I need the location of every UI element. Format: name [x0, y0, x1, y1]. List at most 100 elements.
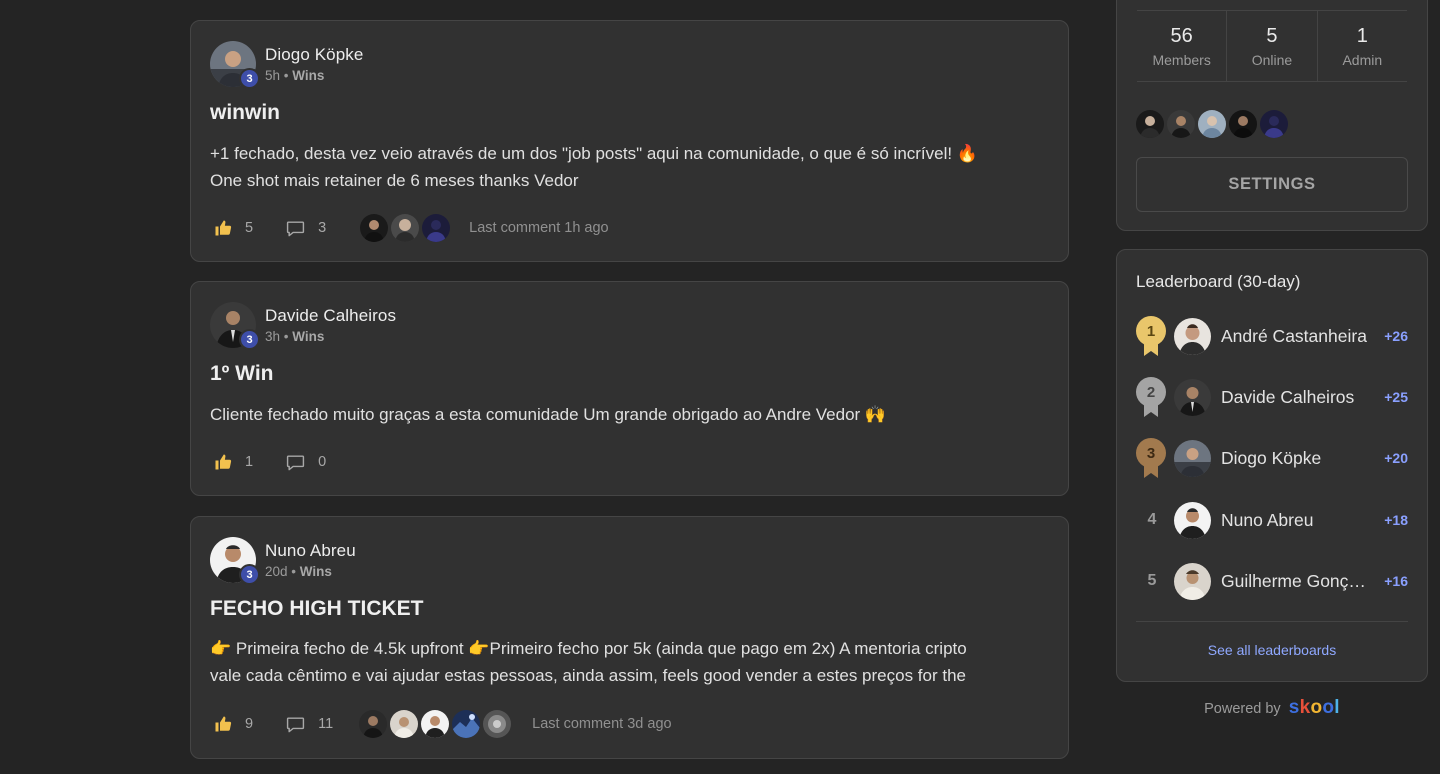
avatar[interactable]	[452, 710, 481, 738]
leaderboard-name: Davide Calheiros	[1221, 386, 1355, 407]
leaderboard-points: +20	[1384, 450, 1408, 466]
members-label: Members	[1152, 51, 1211, 68]
thumbs-up-icon	[213, 219, 232, 238]
like-button[interactable]: 5	[213, 219, 253, 238]
post-card[interactable]: 3 Diogo Köpke 5h • Wins winwin +1 fechad…	[190, 20, 1069, 262]
author-name[interactable]: Davide Calheiros	[265, 306, 396, 326]
like-button[interactable]: 1	[213, 453, 253, 472]
like-count: 1	[245, 454, 254, 470]
avatar[interactable]	[360, 214, 389, 242]
like-button[interactable]: 9	[213, 715, 253, 734]
online-count: 5	[1266, 24, 1278, 47]
leaderboard-points: +25	[1384, 389, 1408, 405]
post-body-line: One shot mais retainer de 6 meses thanks…	[210, 171, 579, 190]
post-body-line: Cliente fechado muito graças a esta comu…	[210, 405, 887, 424]
leaderboard-card: Leaderboard (30-day) 1 André Castanheira…	[1116, 249, 1428, 682]
level-badge: 3	[239, 68, 260, 89]
admin-label: Admin	[1342, 51, 1383, 68]
post-header: 3 Nuno Abreu 20d • Wins	[210, 537, 356, 585]
post-card[interactable]: 3 Nuno Abreu 20d • Wins FECHO HIGH TICKE…	[190, 516, 1069, 759]
level-badge: 3	[239, 329, 260, 350]
see-all-leaderboards-link[interactable]: See all leaderboards	[1117, 642, 1427, 658]
avatar[interactable]	[390, 710, 419, 738]
avatar[interactable]	[359, 710, 388, 738]
post-body-line: vale cada cêntimo e vai ajudar estas pes…	[210, 666, 966, 685]
comment-button[interactable]: 3	[286, 219, 326, 238]
avatar[interactable]	[1174, 501, 1211, 539]
members-stat[interactable]: 56 Members	[1137, 11, 1226, 81]
avatar[interactable]	[1174, 562, 1211, 600]
leaderboard-row[interactable]: 4 Nuno Abreu +18	[1136, 500, 1408, 540]
post-card[interactable]: 3 Davide Calheiros 3h • Wins 1º Win Clie…	[190, 281, 1069, 496]
post-time: 5h	[265, 68, 281, 83]
post-body[interactable]: Cliente fechado muito graças a esta comu…	[210, 401, 1038, 428]
rank-number: 4	[1147, 511, 1157, 528]
post-actions: 1 0	[213, 447, 326, 477]
avatar[interactable]	[1260, 110, 1288, 138]
leaderboard-row[interactable]: 3 Diogo Köpke +20	[1136, 438, 1408, 478]
comment-icon	[286, 453, 305, 472]
rank-number: 1	[1136, 316, 1166, 346]
avatar[interactable]	[421, 710, 450, 738]
settings-button[interactable]: SETTINGS	[1136, 157, 1408, 212]
leaderboard-name: Diogo Köpke	[1221, 447, 1322, 468]
comment-button[interactable]: 0	[286, 453, 326, 472]
leaderboard-row[interactable]: 5 Guilherme Gonç… +16	[1136, 561, 1408, 601]
skool-logo: skool	[1288, 697, 1340, 718]
online-stat[interactable]: 5 Online	[1226, 11, 1316, 81]
post-meta: 20d • Wins	[265, 564, 332, 579]
avatar[interactable]	[422, 214, 451, 242]
avatar[interactable]	[1136, 110, 1164, 138]
commenter-avatars	[360, 214, 453, 242]
post-category[interactable]: Wins	[292, 329, 324, 344]
author-avatar[interactable]: 3	[210, 537, 260, 585]
post-body[interactable]: 👉 Primeira fecho de 4.5k upfront 👉Primei…	[210, 635, 1038, 689]
leaderboard-row[interactable]: 2 Davide Calheiros +25	[1136, 377, 1408, 417]
post-meta: 3h • Wins	[265, 329, 325, 344]
avatar[interactable]	[391, 214, 420, 242]
thumbs-up-icon	[213, 715, 232, 734]
avatar[interactable]	[1174, 378, 1211, 416]
last-comment-time: Last comment 3d ago	[532, 716, 672, 732]
powered-by-label: Powered by	[1204, 701, 1281, 717]
author-avatar[interactable]: 3	[210, 41, 260, 89]
leaderboard-row[interactable]: 1 André Castanheira +26	[1136, 316, 1408, 356]
author-name[interactable]: Diogo Köpke	[265, 45, 363, 65]
post-header: 3 Davide Calheiros 3h • Wins	[210, 302, 396, 350]
post-meta: 5h • Wins	[265, 68, 325, 83]
avatar[interactable]	[1167, 110, 1195, 138]
post-body[interactable]: +1 fechado, desta vez veio através de um…	[210, 140, 1038, 194]
avatar[interactable]	[1174, 317, 1211, 355]
post-header: 3 Diogo Köpke 5h • Wins	[210, 41, 363, 89]
avatar[interactable]	[483, 710, 512, 738]
leaderboard-name: Nuno Abreu	[1221, 509, 1314, 530]
online-label: Online	[1251, 51, 1293, 68]
comment-count: 3	[318, 220, 327, 236]
admin-stat[interactable]: 1 Admin	[1316, 11, 1407, 81]
leaderboard-name: Guilherme Gonç…	[1221, 570, 1366, 591]
post-category[interactable]: Wins	[300, 564, 332, 579]
avatar[interactable]	[1198, 110, 1226, 138]
avatar[interactable]	[1229, 110, 1257, 138]
leaderboard-name: André Castanheira	[1221, 325, 1367, 346]
post-title[interactable]: FECHO HIGH TICKET	[210, 597, 424, 621]
post-actions: 5 3 Last comment 1h ago	[213, 213, 609, 243]
comment-icon	[286, 715, 305, 734]
post-title[interactable]: winwin	[210, 101, 280, 125]
post-time: 20d	[265, 564, 288, 579]
community-stats: 56 Members 5 Online 1 Admin	[1137, 10, 1407, 82]
author-avatar[interactable]: 3	[210, 302, 260, 350]
comment-button[interactable]: 11	[286, 715, 333, 734]
like-count: 9	[245, 716, 254, 732]
author-name[interactable]: Nuno Abreu	[265, 541, 356, 561]
avatar[interactable]	[1174, 439, 1211, 477]
powered-by[interactable]: Powered by skool	[1116, 697, 1428, 719]
thumbs-up-icon	[213, 453, 232, 472]
post-body-line: 👉 Primeira fecho de 4.5k upfront 👉Primei…	[210, 639, 967, 658]
comment-count: 11	[318, 716, 334, 732]
comment-icon	[286, 219, 305, 238]
post-category[interactable]: Wins	[292, 68, 324, 83]
silver-medal-icon: 2	[1136, 377, 1166, 417]
commenter-avatars	[359, 710, 514, 738]
post-title[interactable]: 1º Win	[210, 362, 273, 386]
